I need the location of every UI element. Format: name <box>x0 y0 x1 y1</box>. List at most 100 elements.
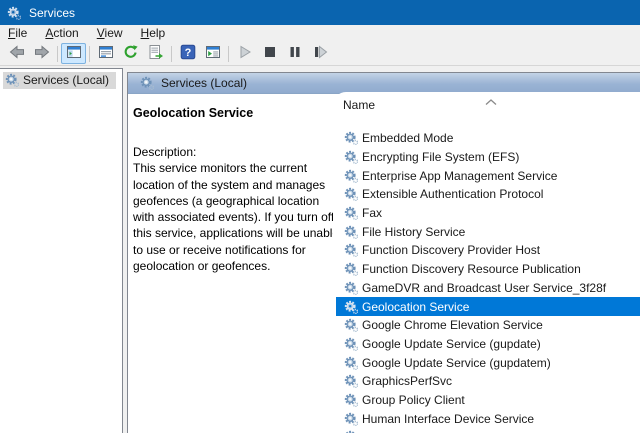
service-name: Google Update Service (gupdate) <box>362 337 541 351</box>
service-name: Function Discovery Provider Host <box>362 243 540 257</box>
properties-button[interactable] <box>93 43 118 64</box>
service-row-partial[interactable] <box>336 428 640 433</box>
service-name: Extensible Authentication Protocol <box>362 187 543 201</box>
services-app-icon <box>7 6 21 20</box>
service-row[interactable]: Group Policy Client <box>336 391 640 410</box>
service-name: File History Service <box>362 225 465 239</box>
menu-help[interactable]: Help <box>141 25 175 42</box>
sort-ascending-chevron-icon <box>485 95 497 109</box>
service-name: Google Chrome Elevation Service <box>362 318 543 332</box>
description-text: This service monitors the current locati… <box>133 161 339 273</box>
service-row[interactable]: Extensible Authentication Protocol <box>336 185 640 204</box>
export-list-button[interactable] <box>143 43 168 64</box>
service-gear-icon <box>344 131 358 145</box>
service-name: Encrypting File System (EFS) <box>362 150 519 164</box>
service-description: Description: This service monitors the c… <box>133 144 341 274</box>
show-extended-view-button[interactable] <box>200 43 225 64</box>
service-gear-icon <box>344 300 358 314</box>
service-name: GraphicsPerfSvc <box>362 374 452 388</box>
restart-icon <box>312 44 328 63</box>
service-row[interactable]: Embedded Mode <box>336 129 640 148</box>
service-name: Embedded Mode <box>362 131 453 145</box>
services-list: Embedded Mode Encrypting File System (EF… <box>336 129 640 433</box>
service-gear-icon <box>344 262 358 276</box>
description-label: Description: <box>133 145 196 159</box>
service-row[interactable]: Enterprise App Management Service <box>336 166 640 185</box>
forward-arrow-icon <box>34 44 50 63</box>
service-row[interactable]: Function Discovery Provider Host <box>336 241 640 260</box>
help-icon: ? <box>180 44 196 63</box>
console-tree-icon <box>66 44 82 63</box>
show-console-tree-button[interactable] <box>61 43 86 64</box>
toolbar: ? <box>0 42 640 66</box>
pause-service-button[interactable] <box>282 43 307 64</box>
service-name: Geolocation Service <box>362 300 469 314</box>
title-bar[interactable]: Services <box>0 0 640 25</box>
service-gear-icon <box>344 318 358 332</box>
services-list-panel: Name Embedded Mode Encrypting File Syste… <box>333 92 640 433</box>
service-name: Enterprise App Management Service <box>362 169 557 183</box>
service-row[interactable]: File History Service <box>336 222 640 241</box>
window-title: Services <box>29 6 75 20</box>
back-button[interactable] <box>4 43 29 64</box>
svg-text:?: ? <box>184 47 191 59</box>
service-gear-icon <box>344 206 358 220</box>
service-row[interactable]: Fax <box>336 204 640 223</box>
export-list-icon <box>148 44 164 63</box>
service-row[interactable]: Function Discovery Resource Publication <box>336 260 640 279</box>
refresh-icon <box>123 44 139 63</box>
service-gear-icon <box>344 412 358 426</box>
extended-view-pane: Services (Local) Geolocation Service Des… <box>127 72 640 433</box>
menu-bar: File Action View Help <box>0 25 640 42</box>
column-header-name[interactable]: Name <box>343 98 375 112</box>
services-gear-icon <box>140 76 154 90</box>
start-service-button[interactable] <box>232 43 257 64</box>
service-name: Group Policy Client <box>362 393 465 407</box>
service-name: GameDVR and Broadcast User Service_3f28f <box>362 281 606 295</box>
service-gear-icon <box>344 356 358 370</box>
service-gear-icon <box>344 150 358 164</box>
service-row[interactable]: Geolocation Service <box>336 297 640 316</box>
service-row[interactable]: Google Chrome Elevation Service <box>336 316 640 335</box>
extended-view-icon <box>205 44 221 63</box>
toolbar-separator <box>228 46 229 62</box>
service-row[interactable]: Encrypting File System (EFS) <box>336 148 640 167</box>
help-button[interactable]: ? <box>175 43 200 64</box>
service-name: Function Discovery Resource Publication <box>362 262 581 276</box>
tree-item-label: Services (Local) <box>23 73 109 87</box>
restart-service-button[interactable] <box>307 43 332 64</box>
pane-header-label: Services (Local) <box>161 76 247 90</box>
tree-item-services-local[interactable]: Services (Local) <box>3 72 116 89</box>
service-row[interactable]: GameDVR and Broadcast User Service_3f28f <box>336 279 640 298</box>
service-row[interactable]: Google Update Service (gupdate) <box>336 335 640 354</box>
toolbar-separator <box>57 46 58 62</box>
play-icon <box>237 44 253 63</box>
service-gear-icon <box>344 169 358 183</box>
pause-icon <box>287 44 303 63</box>
services-window: Services File Action View Help <box>0 0 640 433</box>
stop-icon <box>262 44 278 63</box>
toolbar-separator <box>171 46 172 62</box>
service-gear-icon <box>344 225 358 239</box>
service-gear-icon <box>344 337 358 351</box>
service-gear-icon <box>344 374 358 388</box>
service-row[interactable]: GraphicsPerfSvc <box>336 372 640 391</box>
menu-view[interactable]: View <box>97 25 132 42</box>
service-row[interactable]: Human Interface Device Service <box>336 409 640 428</box>
service-row[interactable]: Google Update Service (gupdatem) <box>336 353 640 372</box>
services-gear-icon <box>5 73 19 87</box>
console-content: Services (Local) Services (Local) Geoloc… <box>0 66 640 433</box>
menu-file[interactable]: File <box>8 25 36 42</box>
service-gear-icon <box>344 393 358 407</box>
service-gear-icon <box>344 243 358 257</box>
stop-service-button[interactable] <box>257 43 282 64</box>
service-name: Human Interface Device Service <box>362 412 534 426</box>
menu-action[interactable]: Action <box>45 25 87 42</box>
toolbar-separator <box>89 46 90 62</box>
properties-window-icon <box>98 44 114 63</box>
selected-service-title: Geolocation Service <box>133 106 253 120</box>
service-name: Google Update Service (gupdatem) <box>362 356 551 370</box>
refresh-button[interactable] <box>118 43 143 64</box>
console-tree-panel: Services (Local) <box>0 68 123 433</box>
forward-button[interactable] <box>29 43 54 64</box>
